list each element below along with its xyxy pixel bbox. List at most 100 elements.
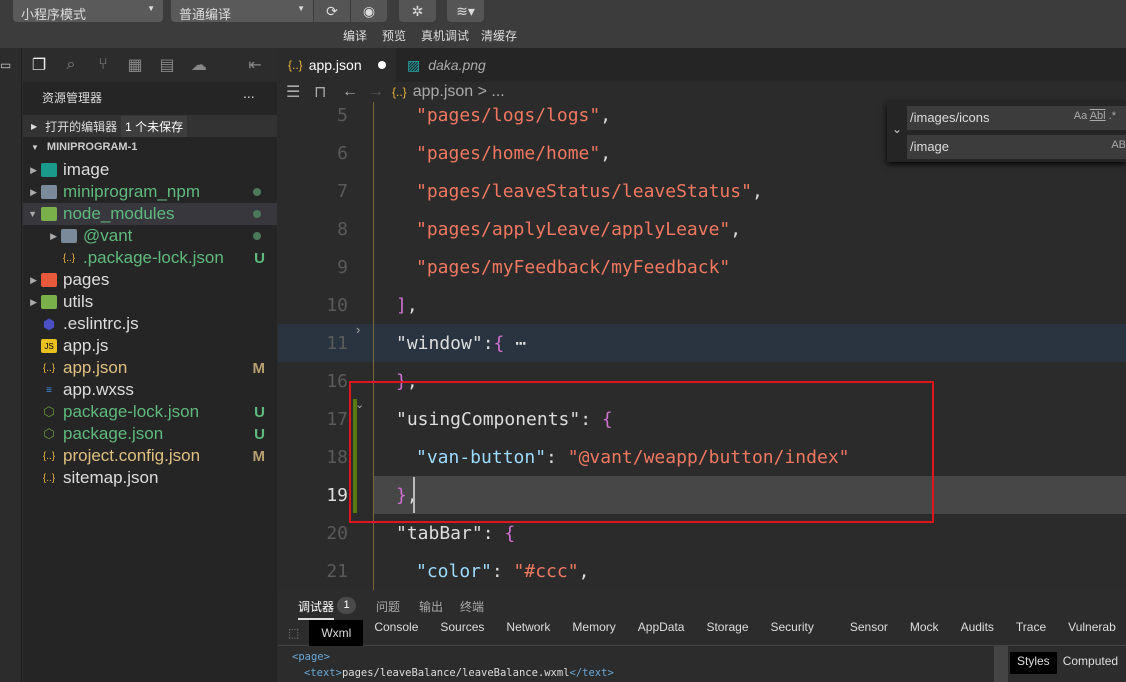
tree-item[interactable]: {..} sitemap.json <box>23 467 277 489</box>
devtools-tab[interactable]: AppData <box>627 620 696 646</box>
devtools-tab[interactable]: Trace <box>1005 620 1057 646</box>
tree-item-label: utils <box>63 292 94 311</box>
modified-dot-icon <box>253 232 261 240</box>
compile-label[interactable]: 编译 <box>343 27 367 44</box>
devtools-tab[interactable]: Vulnerab <box>1057 620 1126 646</box>
code-token: { <box>493 332 505 354</box>
remote-debug-label[interactable]: 真机调试 <box>421 27 469 44</box>
tree-item[interactable]: JS app.js <box>23 335 277 357</box>
devtools-tab[interactable]: Network <box>495 620 561 646</box>
tab-terminal[interactable]: 终端 <box>460 598 484 615</box>
extensions-icon[interactable]: ▦ <box>119 55 151 75</box>
save-icon[interactable]: ▤ <box>151 55 183 75</box>
regex-button[interactable]: .* <box>1109 110 1116 122</box>
tab-output[interactable]: 输出 <box>419 598 443 615</box>
tree-item[interactable]: ⬡ package-lock.json U <box>23 401 277 423</box>
collapse-panel-icon[interactable]: ⇤ <box>239 55 271 75</box>
match-case-button[interactable]: Aa <box>1074 110 1087 122</box>
simulator-icon[interactable]: ▭ <box>0 58 11 72</box>
open-editors-section[interactable]: ▶ 打开的编辑器 1 个未保存 <box>23 115 277 137</box>
code-line[interactable]: 9 "pages/myFeedback/myFeedback" <box>278 248 1126 286</box>
wxml-text-node[interactable]: <text>pages/leaveBalance/leaveBalance.wx… <box>304 667 614 679</box>
tree-item-label: image <box>63 160 110 179</box>
chevron-icon: ▶ <box>30 186 37 197</box>
folder-icon <box>41 163 57 177</box>
code-line[interactable]: 11 "window":{ ⋯ <box>278 324 1126 362</box>
scrollbar[interactable] <box>994 646 1008 682</box>
eye-icon[interactable]: ◉ <box>351 0 387 22</box>
bug-icon[interactable]: ✲ <box>399 0 436 22</box>
tree-item[interactable]: ▶ miniprogram_npm <box>23 181 277 203</box>
devtools-tab[interactable]: Security <box>760 620 825 646</box>
devtools-tab[interactable]: Memory <box>561 620 626 646</box>
tree-item[interactable]: {..} app.json M <box>23 357 277 379</box>
layers-icon[interactable]: ≋▾ <box>447 0 484 22</box>
unsaved-dot-icon[interactable] <box>378 61 386 69</box>
line-number: 11 <box>326 332 348 354</box>
whole-word-button[interactable]: Abl <box>1090 110 1106 122</box>
find-input[interactable]: /images/icons Aa Abl .* <box>907 106 1126 130</box>
chevron-icon: ▶ <box>30 274 37 285</box>
tab-label: daka.png <box>428 57 486 73</box>
devtools-tab[interactable]: Sensor <box>839 620 899 646</box>
project-name: MINIPROGRAM-1 <box>46 141 138 153</box>
tree-item[interactable]: ≡ app.wxss <box>23 379 277 401</box>
tree-item[interactable]: ▶ image <box>23 159 277 181</box>
replace-input[interactable]: /image AB <box>907 135 1126 159</box>
highlight-box <box>349 381 934 523</box>
mode-select[interactable]: 小程序模式 ▼ <box>13 0 163 22</box>
code-token: "pages/applyLeave/applyLeave" <box>416 218 731 240</box>
tab-app-json[interactable]: {..} app.json <box>278 48 396 82</box>
tree-item[interactable]: {..} .package-lock.json U <box>23 247 277 269</box>
compile-mode-select[interactable]: 普通编译 ▼ <box>171 0 313 22</box>
line-number: 9 <box>337 256 348 278</box>
line-number: 10 <box>326 294 348 316</box>
refresh-icon[interactable]: ⟳ <box>314 0 350 22</box>
preserve-case-button[interactable]: AB <box>1111 139 1126 151</box>
code-line[interactable]: 7 "pages/leaveStatus/leaveStatus", <box>278 172 1126 210</box>
inspect-element-icon[interactable]: ⬚ <box>278 626 309 640</box>
search-icon[interactable]: ⌕ <box>55 56 87 74</box>
code-line[interactable]: 8 "pages/applyLeave/applyLeave", <box>278 210 1126 248</box>
devtools-tab[interactable]: Mock <box>899 620 950 646</box>
line-number: 21 <box>326 560 348 582</box>
source-control-icon[interactable]: ⑂ <box>87 56 119 74</box>
project-section[interactable]: ▼ MINIPROGRAM-1 <box>23 137 277 157</box>
tree-item[interactable]: {..} project.config.json M <box>23 445 277 467</box>
tree-item[interactable]: ▶ utils <box>23 291 277 313</box>
wxml-page-node[interactable]: <page> <box>292 651 330 663</box>
code-token: "#ccc" <box>513 560 579 582</box>
tab-debugger[interactable]: 调试器 <box>298 598 335 620</box>
code-token: "tabBar" <box>396 522 483 544</box>
code-line[interactable]: 21 "color": "#ccc", <box>278 552 1126 590</box>
devtools-tab[interactable]: Console <box>363 620 429 646</box>
code-token: ] <box>396 294 407 316</box>
tab-computed[interactable]: Computed <box>1057 652 1124 682</box>
files-icon[interactable]: ❐ <box>23 55 55 75</box>
git-status-badge: M <box>252 359 266 377</box>
tab-problems[interactable]: 问题 <box>376 598 400 615</box>
docker-icon[interactable]: ☁ <box>183 55 215 75</box>
tree-item[interactable]: ▶ @vant <box>23 225 277 247</box>
tree-item[interactable]: ▼ node_modules <box>23 203 277 225</box>
devtools-tab[interactable]: Wxml <box>309 619 364 646</box>
tree-item[interactable]: ▶ pages <box>23 269 277 291</box>
nodejs-icon: ⬡ <box>43 426 55 441</box>
devtools-tab[interactable]: Sources <box>429 620 495 646</box>
tree-item-label: package.json <box>63 424 164 443</box>
clear-cache-label[interactable]: 清缓存 <box>481 27 517 44</box>
tab-styles[interactable]: Styles <box>1010 652 1057 674</box>
preview-label[interactable]: 预览 <box>382 27 406 44</box>
tab-daka-png[interactable]: ▨ daka.png <box>397 48 517 82</box>
code-token: "pages/myFeedback/myFeedback" <box>416 256 731 278</box>
tree-item[interactable]: ⬢ .eslintrc.js <box>23 313 277 335</box>
mode-label: 小程序模式 <box>21 7 87 22</box>
devtools-tab[interactable]: Audits <box>950 620 1005 646</box>
toggle-replace-icon[interactable]: ⌄ <box>892 122 902 136</box>
more-actions-button[interactable]: ... <box>243 85 255 101</box>
tree-item[interactable]: ⬡ package.json U <box>23 423 277 445</box>
code-line[interactable]: 10], <box>278 286 1126 324</box>
line-number: 20 <box>326 522 348 544</box>
css-icon: ≡ <box>46 384 52 396</box>
devtools-tab[interactable]: Storage <box>695 620 759 646</box>
